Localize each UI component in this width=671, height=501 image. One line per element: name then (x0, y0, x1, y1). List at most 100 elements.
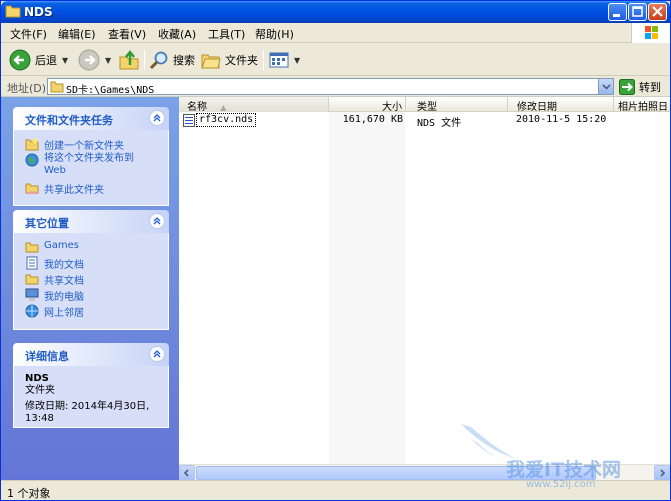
explorer-window: NDS 文件(F) 编辑(E) 查看(V) 收藏(A) 工具(T) 帮助(H) (0, 0, 671, 501)
status-bar: 1 个对象 (1, 480, 670, 500)
file-type: NDS 文件 (417, 118, 462, 129)
sorted-column-shade (329, 112, 405, 464)
go-button[interactable]: 转到 (619, 79, 661, 95)
details-header[interactable]: 详细信息 (13, 343, 169, 366)
place-games[interactable]: Games (25, 239, 168, 255)
address-value: SD卡:\Games\NDS (66, 85, 155, 96)
status-text: 1 个对象 (7, 487, 51, 500)
task-publish-web-label: 将这个文件夹发布到 Web (44, 153, 134, 176)
folder-icon (5, 5, 21, 18)
details-panel: 详细信息 NDS 文件夹 修改日期: 2014年4月30日, 13:48 (13, 343, 169, 428)
chevron-right-icon (660, 469, 666, 477)
horizontal-scrollbar[interactable] (179, 464, 670, 481)
task-new-folder[interactable]: 创建一个新文件夹 (25, 136, 168, 152)
globe-icon (25, 153, 39, 167)
file-tasks-panel: 文件和文件夹任务 创建一个新文件夹 将这个文件夹发布到 Web 共享此文件夹 (13, 107, 169, 206)
address-bar: 地址(D) SD卡:\Games\NDS 转到 (1, 77, 670, 97)
back-arrow-icon (9, 49, 31, 71)
file-name[interactable]: rf3cv.nds (196, 113, 257, 127)
column-size-label: 大小 (382, 102, 402, 113)
menu-help[interactable]: 帮助(H) (255, 26, 294, 42)
column-name[interactable]: 名称 ▲ (179, 97, 329, 113)
folders-label: 文件夹 (225, 54, 258, 67)
address-label: 地址(D) (7, 82, 47, 95)
scroll-thumb[interactable] (196, 466, 596, 480)
details-title: 详细信息 (25, 350, 69, 363)
minimize-icon (613, 14, 620, 17)
up-folder-button[interactable] (118, 48, 140, 72)
task-share-folder-label: 共享此文件夹 (44, 185, 104, 196)
address-dropdown-button[interactable] (598, 79, 613, 94)
forward-button[interactable]: ▼ (78, 48, 111, 72)
other-places-header[interactable]: 其它位置 (13, 210, 169, 233)
toolbar-separator (144, 50, 145, 70)
file-size: 161,670 KB (342, 114, 403, 125)
collapse-button[interactable] (149, 346, 165, 362)
column-type[interactable]: 类型 (406, 97, 508, 113)
menu-view[interactable]: 查看(V) (108, 26, 146, 42)
place-my-documents[interactable]: 我的文档 (25, 255, 168, 271)
column-modified[interactable]: 修改日期 (508, 97, 614, 113)
place-network[interactable]: 网上邻居 (25, 303, 168, 319)
back-button[interactable]: 后退 ▼ (9, 48, 68, 72)
details-modified: 修改日期: 2014年4月30日, (25, 401, 150, 412)
go-arrow-icon (619, 79, 635, 95)
column-header-row: 名称 ▲ 大小 类型 修改日期 相片拍照日 (179, 97, 670, 113)
file-row[interactable]: rf3cv.nds 161,670 KB NDS 文件 2010-11-5 15… (179, 113, 670, 129)
folders-icon (201, 54, 221, 69)
menu-favorites[interactable]: 收藏(A) (158, 26, 196, 42)
details-type: 文件夹 (25, 385, 55, 396)
collapse-button[interactable] (149, 213, 165, 229)
other-places-title: 其它位置 (25, 217, 69, 230)
place-my-computer[interactable]: 我的电脑 (25, 287, 168, 303)
chevron-down-icon (602, 84, 611, 90)
menu-file[interactable]: 文件(F) (10, 26, 47, 42)
other-places-body: Games 我的文档 共享文档 我的电脑 网上邻居 (13, 233, 169, 330)
column-photo-date[interactable]: 相片拍照日 (614, 97, 670, 112)
maximize-icon (632, 6, 643, 17)
views-icon (269, 52, 289, 68)
column-name-label: 名称 (187, 102, 207, 113)
chevron-down-icon[interactable]: ▼ (62, 56, 68, 65)
toolbar-separator (263, 50, 264, 70)
windows-flag-icon (645, 26, 658, 39)
details-body: NDS 文件夹 修改日期: 2014年4月30日, 13:48 (13, 366, 169, 428)
window-title: NDS (24, 5, 53, 19)
views-button[interactable]: ▼ (269, 48, 300, 72)
minimize-button[interactable] (608, 3, 627, 21)
task-pane: 文件和文件夹任务 创建一个新文件夹 将这个文件夹发布到 Web 共享此文件夹 其… (1, 97, 179, 480)
close-button[interactable] (648, 3, 667, 21)
search-icon (149, 51, 168, 70)
search-button[interactable]: 搜索 (149, 48, 195, 72)
folders-button[interactable]: 文件夹 (201, 48, 258, 72)
menu-bar: 文件(F) 编辑(E) 查看(V) 收藏(A) 工具(T) 帮助(H) (1, 23, 670, 43)
close-icon (652, 6, 663, 17)
column-modified-label: 修改日期 (517, 102, 557, 113)
file-list[interactable]: 名称 ▲ 大小 类型 修改日期 相片拍照日 rf3cv.nds 161,670 … (179, 97, 670, 481)
collapse-button[interactable] (149, 110, 165, 126)
up-folder-icon (119, 50, 139, 70)
place-shared-documents[interactable]: 共享文档 (25, 271, 168, 287)
address-input[interactable]: SD卡:\Games\NDS (47, 78, 614, 96)
chevron-down-icon[interactable]: ▼ (294, 56, 300, 65)
computer-icon (25, 288, 39, 301)
file-tasks-body: 创建一个新文件夹 将这个文件夹发布到 Web 共享此文件夹 (13, 130, 169, 206)
place-network-label: 网上邻居 (44, 308, 84, 319)
share-folder-icon (25, 183, 39, 194)
details-name: NDS (25, 373, 49, 384)
menu-tools[interactable]: 工具(T) (208, 26, 245, 42)
task-share-folder[interactable]: 共享此文件夹 (25, 180, 168, 196)
title-bar[interactable]: NDS (1, 1, 670, 23)
column-photo-date-label: 相片拍照日 (618, 102, 668, 112)
chevron-down-icon[interactable]: ▼ (105, 56, 111, 65)
maximize-button[interactable] (628, 3, 647, 21)
scroll-right-button[interactable] (654, 465, 670, 481)
task-publish-web[interactable]: 将这个文件夹发布到 Web (25, 152, 168, 180)
file-tasks-header[interactable]: 文件和文件夹任务 (13, 107, 169, 130)
my-documents-icon (26, 256, 38, 270)
column-size[interactable]: 大小 (329, 97, 406, 113)
menu-edit[interactable]: 编辑(E) (58, 26, 96, 42)
column-type-label: 类型 (417, 102, 437, 113)
scroll-left-button[interactable] (179, 465, 195, 481)
chevron-up-icon (153, 114, 161, 122)
